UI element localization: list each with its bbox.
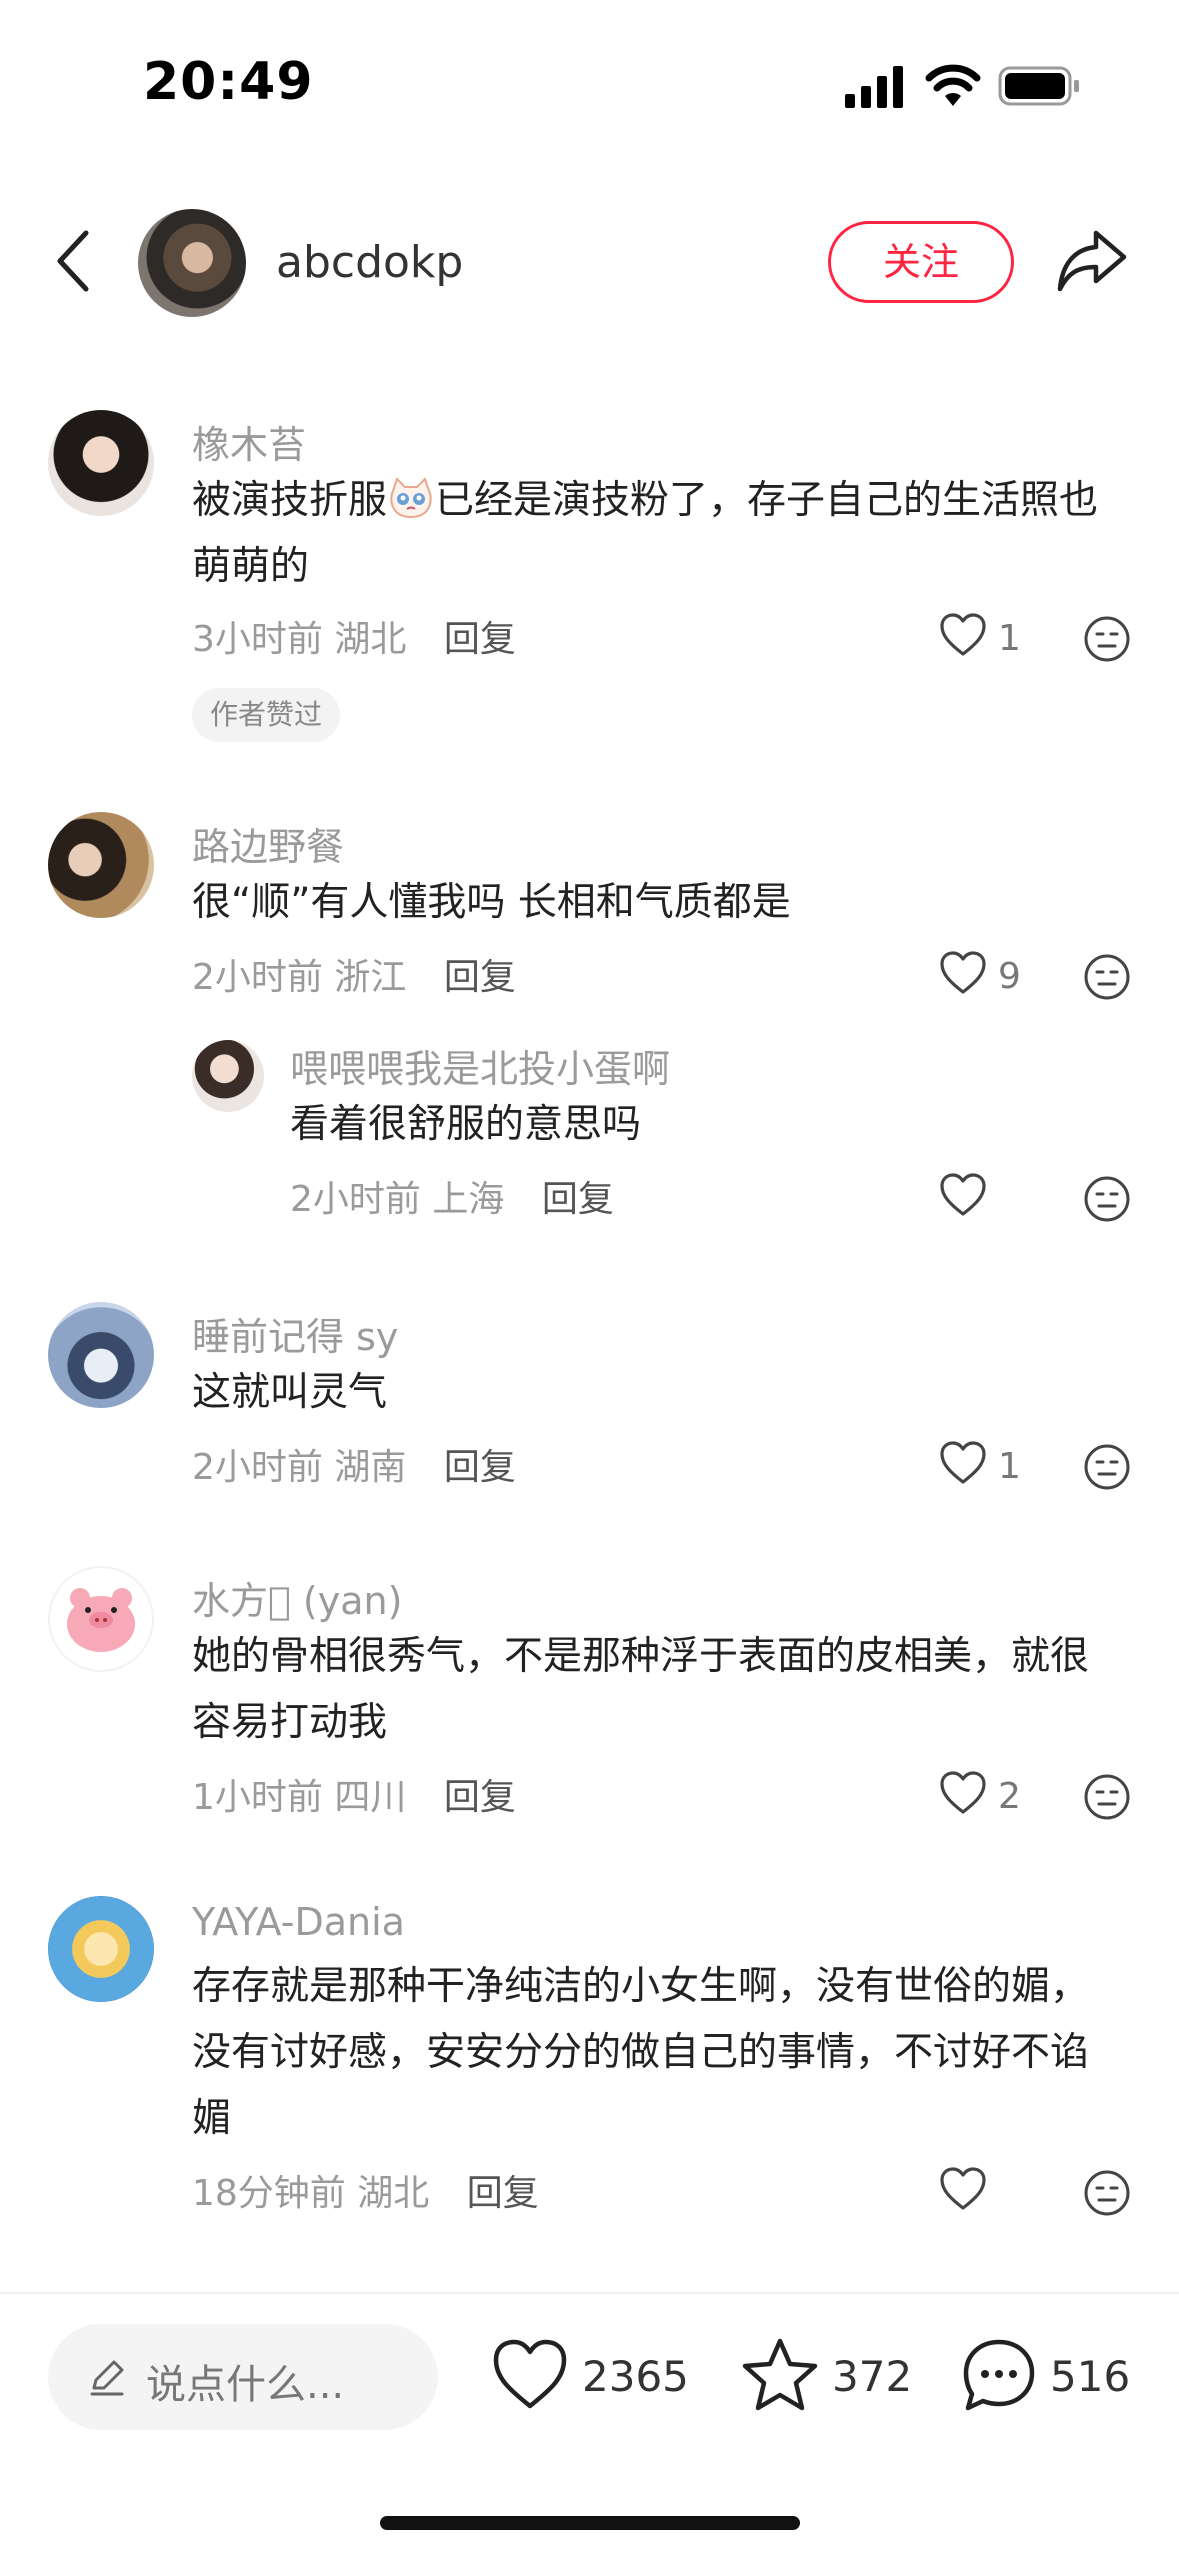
status-time: 20:49 bbox=[143, 52, 314, 112]
dislike-face-icon[interactable] bbox=[1082, 614, 1132, 664]
comment-text-part: 被演技折服 bbox=[192, 478, 388, 523]
comment-username[interactable]: 睡前记得 sy bbox=[192, 1306, 398, 1361]
comment-meta: 2小时前 上海 回复 bbox=[290, 1170, 614, 1222]
back-icon[interactable] bbox=[50, 225, 100, 297]
comment-location: 湖北 bbox=[334, 619, 407, 660]
heart-icon bbox=[940, 1441, 986, 1484]
comment-time: 18分钟前 bbox=[192, 2173, 346, 2214]
star-icon bbox=[742, 2338, 818, 2411]
comment-like-button[interactable] bbox=[938, 1172, 998, 1228]
comment-text[interactable]: 存存就是那种干净纯洁的小女生啊，没有世俗的媚，没有讨好感，安安分分的做自己的事情… bbox=[192, 1954, 1112, 2152]
author-name[interactable]: abcdokp bbox=[276, 237, 463, 288]
comment-bubble-icon bbox=[963, 2339, 1035, 2411]
status-bar: 20:49 bbox=[0, 0, 1179, 150]
reply-button[interactable]: 回复 bbox=[444, 1777, 516, 1818]
avatar[interactable] bbox=[48, 1896, 154, 2002]
reply-button[interactable]: 回复 bbox=[444, 1447, 516, 1488]
dislike-face-icon[interactable] bbox=[1082, 2168, 1132, 2218]
comment-username[interactable]: YAYA-Dania bbox=[192, 1900, 405, 1944]
dislike-face-icon[interactable] bbox=[1082, 1442, 1132, 1492]
comment-meta: 18分钟前 湖北 回复 bbox=[192, 2164, 539, 2216]
comment-username[interactable]: 喂喂喂我是北投小蛋啊 bbox=[290, 1038, 670, 1093]
author-avatar[interactable] bbox=[138, 209, 246, 317]
comment-time: 2小时前 bbox=[192, 1447, 323, 1488]
pig-avatar-icon bbox=[67, 1588, 135, 1652]
comment-username[interactable]: 橡木苔 bbox=[192, 414, 306, 469]
comment-text[interactable]: 很“顺”有人懂我吗 长相和气质都是 bbox=[192, 870, 1112, 936]
comment-like-button[interactable] bbox=[938, 2166, 998, 2222]
crying-cat-emoji-icon bbox=[390, 477, 432, 519]
like-count: 1 bbox=[998, 1446, 1021, 1487]
comment-location: 四川 bbox=[334, 1777, 407, 1818]
reply-button[interactable]: 回复 bbox=[467, 2173, 539, 2214]
dislike-face-icon[interactable] bbox=[1082, 952, 1132, 1002]
comment-text[interactable]: 她的骨相很秀气，不是那种浮于表面的皮相美，就很容易打动我 bbox=[192, 1624, 1112, 1756]
dislike-face-icon[interactable] bbox=[1082, 1174, 1132, 1224]
comment-like-button[interactable]: 2 bbox=[938, 1770, 1038, 1826]
comment-meta: 3小时前 湖北 回复 bbox=[192, 610, 516, 662]
post-header: abcdokp 关注 bbox=[0, 195, 1179, 335]
like-count: 9 bbox=[998, 956, 1021, 997]
comment-username[interactable]: 水方𠉀 (yan) bbox=[192, 1570, 402, 1625]
comment-time: 3小时前 bbox=[192, 619, 323, 660]
post-like-button[interactable]: 2365 bbox=[490, 2336, 690, 2416]
reply-button[interactable]: 回复 bbox=[444, 619, 516, 660]
comment-input-placeholder: 说点什么... bbox=[146, 2362, 345, 2408]
reply-button[interactable]: 回复 bbox=[444, 957, 516, 998]
home-indicator[interactable] bbox=[380, 2516, 800, 2530]
post-like-count: 2365 bbox=[582, 2352, 689, 2401]
bottom-divider bbox=[0, 2292, 1179, 2294]
pencil-icon bbox=[90, 2360, 124, 2396]
heart-icon bbox=[940, 951, 986, 994]
post-collect-button[interactable]: 372 bbox=[740, 2336, 913, 2416]
post-comment-count: 516 bbox=[1050, 2352, 1131, 2401]
comment-meta: 2小时前 湖南 回复 bbox=[192, 1438, 516, 1490]
comment-time: 2小时前 bbox=[192, 957, 323, 998]
battery-icon bbox=[998, 66, 1079, 106]
comment-location: 上海 bbox=[432, 1179, 505, 1220]
comment-meta: 1小时前 四川 回复 bbox=[192, 1768, 516, 1820]
comment-like-button[interactable]: 1 bbox=[938, 612, 1038, 668]
avatar[interactable] bbox=[48, 410, 154, 516]
heart-icon bbox=[940, 613, 986, 656]
heart-icon bbox=[940, 1771, 986, 1814]
comment-time: 1小时前 bbox=[192, 1777, 323, 1818]
comment-location: 湖南 bbox=[334, 1447, 407, 1488]
like-count: 1 bbox=[998, 618, 1021, 659]
heart-icon bbox=[940, 1173, 986, 1216]
comment-input[interactable]: 说点什么... bbox=[48, 2324, 438, 2430]
comment-text[interactable]: 被演技折服 已经是演技粉了，存子自己的生活照也萌萌的 bbox=[192, 468, 1112, 600]
avatar[interactable] bbox=[192, 1040, 264, 1112]
comment-like-button[interactable]: 1 bbox=[938, 1440, 1038, 1496]
post-collect-count: 372 bbox=[832, 2352, 913, 2401]
heart-icon bbox=[940, 2167, 986, 2210]
follow-button[interactable]: 关注 bbox=[828, 221, 1014, 303]
author-liked-badge: 作者赞过 bbox=[192, 688, 341, 742]
comment-like-button[interactable]: 9 bbox=[938, 950, 1038, 1006]
avatar[interactable] bbox=[48, 812, 154, 918]
cellular-signal-icon bbox=[845, 66, 903, 108]
avatar[interactable] bbox=[48, 1566, 154, 1672]
heart-icon bbox=[493, 2339, 567, 2409]
post-comment-button[interactable]: 516 bbox=[960, 2336, 1130, 2416]
wifi-icon bbox=[925, 64, 981, 106]
reply-button[interactable]: 回复 bbox=[542, 1179, 614, 1220]
dislike-face-icon[interactable] bbox=[1082, 1772, 1132, 1822]
share-icon[interactable] bbox=[1056, 227, 1128, 295]
comment-text[interactable]: 看着很舒服的意思吗 bbox=[290, 1092, 1110, 1158]
comment-text[interactable]: 这就叫灵气 bbox=[192, 1360, 1112, 1426]
comment-location: 湖北 bbox=[357, 2173, 430, 2214]
comment-meta: 2小时前 浙江 回复 bbox=[192, 948, 516, 1000]
comment-time: 2小时前 bbox=[290, 1179, 421, 1220]
avatar[interactable] bbox=[48, 1302, 154, 1408]
comment-username[interactable]: 路边野餐 bbox=[192, 816, 344, 871]
like-count: 2 bbox=[998, 1776, 1021, 1817]
comment-location: 浙江 bbox=[334, 957, 407, 998]
